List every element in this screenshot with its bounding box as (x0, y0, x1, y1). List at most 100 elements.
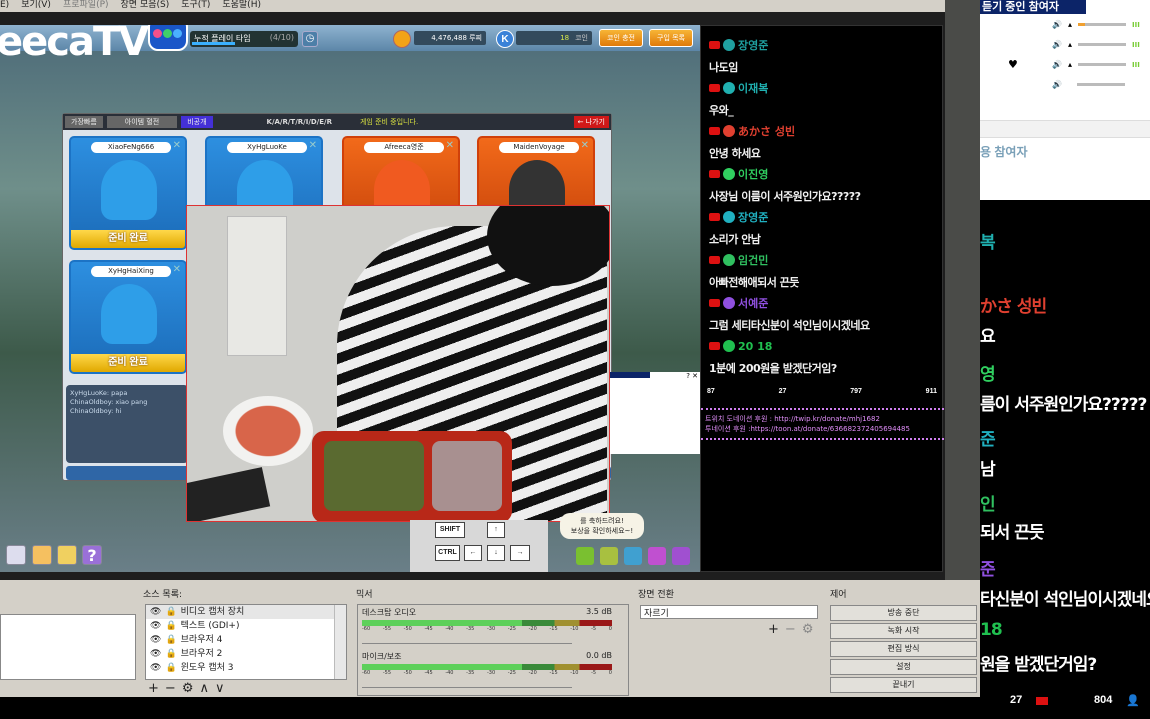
remove-icon[interactable]: − (165, 681, 176, 696)
move-down-icon[interactable]: ∨ (215, 681, 225, 696)
mini-window-title (610, 372, 650, 378)
lock-icon[interactable]: 🔒 (165, 647, 176, 661)
studio-mode-button[interactable]: 편집 방식 (830, 641, 977, 657)
mixer-channel: 데스크탑 오디오 3.5 dB -60 -55 -50 -45 -40 -35 -30 -25 -2… (362, 607, 612, 644)
eye-icon[interactable]: 👁 (150, 619, 161, 633)
volume-row[interactable]: 🔊 ▴ III (1052, 40, 1140, 49)
remove-icon[interactable]: − (785, 622, 796, 637)
purchase-list-button[interactable]: 구입 목록 (649, 29, 693, 47)
source-item[interactable]: 👁 🔒 윈도우 캡처 3 (146, 661, 346, 675)
notes-icon[interactable] (57, 545, 77, 565)
player-card[interactable]: XiaoFeNg666 ✕ 준비 완료 (69, 136, 187, 250)
charge-coin-button[interactable]: 코인 충전 (599, 29, 643, 47)
close-icon[interactable]: ✕ (173, 264, 181, 275)
volume-slider[interactable] (1077, 43, 1126, 46)
chat-line: 18 (980, 620, 1003, 640)
chat-text: 아빠전해애되서 끈듯 (709, 276, 799, 289)
eye-icon[interactable]: 👁 (150, 605, 161, 619)
help-close-icons[interactable]: ? ✕ (686, 372, 698, 380)
volume-slider[interactable] (362, 632, 572, 644)
source-name: 텍스트 (GDI+) (180, 621, 240, 631)
menu-scene-collection[interactable]: 장면 모음(S) (121, 0, 170, 12)
player-card[interactable]: XyHgHaiXing ✕ 준비 완료 (69, 260, 187, 374)
clock-icon[interactable]: ◷ (302, 31, 318, 47)
menu-help[interactable]: 도움말(H) (222, 0, 261, 12)
meter-tick: -20 (528, 626, 537, 632)
transition-label: 장면 전환 (638, 590, 674, 600)
scenes-list[interactable] (0, 614, 136, 680)
start-recording-button[interactable]: 녹화 시작 (830, 623, 977, 639)
chat-username: 20 18 (738, 339, 773, 353)
menu-view[interactable]: 보기(V) (21, 0, 51, 12)
mixer-label: 믹서 (356, 590, 373, 600)
add-icon[interactable]: + (768, 622, 779, 637)
youtube-icon (709, 127, 720, 135)
volume-slider[interactable] (1077, 23, 1126, 26)
exit-room-button[interactable]: ← 나가기 (573, 116, 609, 128)
help-icon[interactable]: ? (82, 545, 102, 565)
home-icon[interactable] (6, 545, 26, 565)
sources-label: 소스 목록: (143, 590, 183, 600)
sources-scrollbar[interactable] (334, 605, 346, 679)
room-tab-item[interactable]: 아이템 혈전 (106, 116, 178, 128)
player-avatar (101, 160, 157, 220)
key-left: ← (464, 545, 482, 561)
chat-message: 임건민 아빠전해애되서 끈듯 (709, 253, 799, 290)
move-up-icon[interactable]: ∧ (199, 681, 209, 696)
key-display-overlay: SHIFT ↑ CTRL ← ↓ → (410, 520, 548, 572)
volume-row[interactable]: 🔊 ▴ III (1052, 60, 1140, 69)
lock-icon[interactable]: 🔒 (165, 661, 176, 675)
listener-title: 듣기 중인 참여자 (980, 0, 1086, 14)
speaker-icon: 🔊 (1052, 80, 1062, 89)
close-icon[interactable]: ✕ (173, 140, 181, 151)
eye-icon[interactable]: 👁 (150, 647, 161, 661)
source-item[interactable]: 👁 🔒 브라우저 4 (146, 633, 346, 647)
room-tab-fastest[interactable]: 가장빠름 (65, 116, 103, 128)
settings-gear-icon[interactable] (672, 547, 690, 565)
eye-icon[interactable]: 👁 (150, 633, 161, 647)
room-tab-private[interactable]: 비공개 (181, 116, 213, 128)
close-icon[interactable]: ✕ (446, 140, 454, 151)
volume-slider[interactable] (1076, 83, 1125, 86)
level-bars: III (1131, 60, 1140, 69)
volume-row[interactable]: 🔊 ▴ III (1052, 20, 1140, 29)
shop-icon[interactable] (32, 545, 52, 565)
sources-list[interactable]: 👁 🔒 비디오 캡처 장치 👁 🔒 텍스트 (GDI+) 👁 🔒 브라우저 4 👁 🔒 브라우저… (145, 604, 347, 680)
search-icon[interactable] (648, 547, 666, 565)
source-item[interactable]: 👁 🔒 텍스트 (GDI+) (146, 619, 346, 633)
avatar (723, 211, 735, 223)
webcam-overlay[interactable] (186, 205, 610, 522)
transition-select[interactable]: 자르기 (640, 605, 818, 619)
chat-username: 장영준 (738, 39, 769, 52)
volume-row[interactable]: 🔊 (1052, 80, 1125, 89)
source-item[interactable]: 👁 🔒 브라우저 2 (146, 647, 346, 661)
alert-icon[interactable] (576, 547, 594, 565)
close-icon[interactable]: ✕ (581, 140, 589, 151)
stop-stream-button[interactable]: 방송 중단 (830, 605, 977, 621)
chat-icon[interactable] (600, 547, 618, 565)
menu-edit[interactable]: E) (0, 0, 9, 12)
volume-slider[interactable] (362, 676, 572, 688)
close-icon[interactable]: ✕ (309, 140, 317, 151)
add-icon[interactable]: + (148, 681, 159, 696)
lock-icon[interactable]: 🔒 (165, 605, 176, 619)
gear-icon[interactable]: ⚙ (182, 681, 194, 696)
friends-icon[interactable] (624, 547, 642, 565)
exit-button[interactable]: 끝내기 (830, 677, 977, 693)
menu-profile[interactable]: 프로파일(P) (63, 0, 109, 12)
menu-tools[interactable]: 도구(T) (181, 0, 210, 12)
settings-button[interactable]: 설정 (830, 659, 977, 675)
meter-tick: 0 (608, 670, 612, 676)
gear-icon[interactable]: ⚙ (802, 622, 814, 637)
tv-mascot-icon (148, 25, 188, 51)
meter-tick: -55 (382, 626, 391, 632)
eye-icon[interactable]: 👁 (150, 661, 161, 675)
meter-tick: -30 (486, 670, 496, 676)
volume-slider[interactable] (1077, 63, 1126, 66)
chat-stats: 87 27 797 911 (707, 388, 937, 395)
lock-icon[interactable]: 🔒 (165, 633, 176, 647)
source-item[interactable]: 👁 🔒 비디오 캡처 장치 (146, 605, 346, 619)
meter-tick: -15 (549, 670, 558, 676)
lock-icon[interactable]: 🔒 (165, 619, 176, 633)
chat-line: 영 (980, 365, 996, 385)
